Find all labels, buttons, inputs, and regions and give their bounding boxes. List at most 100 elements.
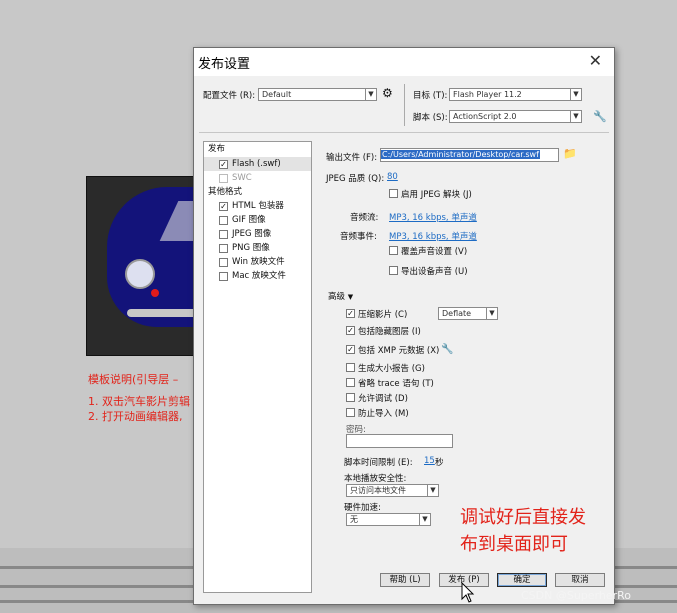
list-item-png[interactable]: PNG 图像 <box>204 241 311 255</box>
password-input[interactable] <box>346 434 453 448</box>
list-item-html[interactable]: ✓ HTML 包装器 <box>204 199 311 213</box>
car-red-dot <box>151 289 159 297</box>
audio-stream-value[interactable]: MP3, 16 kbps, 单声道 <box>389 211 477 223</box>
cancel-button[interactable]: 取消 <box>555 573 605 587</box>
target-value: Flash Player 11.2 <box>453 90 522 99</box>
profile-value: Default <box>262 90 292 99</box>
jpeg-deblock-label: 启用 JPEG 解块 (J) <box>401 190 472 200</box>
target-select[interactable]: Flash Player 11.2 ▼ <box>449 88 582 101</box>
audio-stream-label: 音频流: <box>350 213 379 223</box>
list-item-label: Mac 放映文件 <box>232 271 286 281</box>
compress-checkbox[interactable]: ✓ <box>346 309 355 318</box>
script-label: 脚本 (S): <box>413 113 448 123</box>
include-hidden-checkbox[interactable]: ✓ <box>346 326 355 335</box>
jpeg-checkbox[interactable] <box>219 230 228 239</box>
chevron-down-icon: ▼ <box>486 308 497 319</box>
protect-import-label: 防止导入 (M) <box>358 409 409 419</box>
profile-select[interactable]: Default ▼ <box>258 88 377 101</box>
advanced-label: 高级 <box>328 292 346 302</box>
compress-select[interactable]: Deflate ▼ <box>438 307 498 320</box>
list-header-other: 其他格式 <box>208 187 243 197</box>
local-security-select[interactable]: 只访问本地文件 ▼ <box>346 484 439 497</box>
omit-trace-label: 省略 trace 语句 (T) <box>358 379 434 389</box>
hw-accel-value: 无 <box>350 515 358 524</box>
list-item-label: Win 放映文件 <box>232 257 285 267</box>
omit-trace-checkbox[interactable] <box>346 378 355 387</box>
permit-debug-checkbox[interactable] <box>346 393 355 402</box>
advanced-toggle[interactable]: 高级 ▼ <box>328 290 353 302</box>
local-security-value: 只访问本地文件 <box>350 486 406 495</box>
html-checkbox[interactable]: ✓ <box>219 202 228 211</box>
win-projector-checkbox[interactable] <box>219 258 228 267</box>
export-device-sound-label: 导出设备声音 (U) <box>401 267 468 277</box>
include-hidden-label: 包括隐藏图层 (I) <box>358 327 421 337</box>
folder-icon[interactable]: 📁 <box>563 148 577 159</box>
vertical-divider <box>404 84 405 126</box>
mouse-cursor-icon <box>461 582 475 603</box>
mac-projector-checkbox[interactable] <box>219 272 228 281</box>
car-headlight <box>125 259 155 289</box>
list-item-label: JPEG 图像 <box>232 229 272 239</box>
list-item-mac-projector[interactable]: Mac 放映文件 <box>204 269 311 283</box>
override-sound-checkbox[interactable] <box>389 246 398 255</box>
include-xmp-label: 包括 XMP 元数据 (X) <box>358 346 440 356</box>
audio-event-label: 音频事件: <box>340 232 377 242</box>
output-file-input[interactable]: C:/Users/Administrator/Desktop/car.swf <box>380 148 559 162</box>
script-time-label: 脚本时间限制 (E): <box>344 458 413 468</box>
permit-debug-label: 允许调试 (D) <box>358 394 408 404</box>
list-item-label: SWC <box>232 173 252 183</box>
template-step-2: 2. 打开动画编辑器, <box>88 410 183 423</box>
wrench-icon[interactable]: 🔧 <box>593 111 607 122</box>
annotation-line-2: 布到桌面即可 <box>460 534 568 555</box>
list-item-jpeg[interactable]: JPEG 图像 <box>204 227 311 241</box>
jpeg-quality-value[interactable]: 80 <box>387 172 398 182</box>
chevron-down-icon: ▼ <box>427 485 438 496</box>
list-header-publish: 发布 <box>208 144 226 154</box>
annotation-line-1: 调试好后直接发 <box>460 507 586 528</box>
chevron-down-icon: ▼ <box>365 89 376 100</box>
script-select[interactable]: ActionScript 2.0 ▼ <box>449 110 582 123</box>
template-step-1: 1. 双击汽车影片剪辑 <box>88 395 190 408</box>
size-report-checkbox[interactable] <box>346 363 355 372</box>
script-time-unit: 秒 <box>435 458 444 468</box>
help-button[interactable]: 帮助 (L) <box>380 573 430 587</box>
list-item-label: Flash (.swf) <box>232 159 281 169</box>
list-item-swc: SWC <box>204 171 311 185</box>
close-icon[interactable]: ✕ <box>589 51 602 70</box>
chevron-down-icon: ▼ <box>570 111 581 122</box>
dialog-titlebar[interactable]: 发布设置 ✕ <box>194 48 614 76</box>
wrench-icon[interactable]: 🔧 <box>441 344 453 355</box>
list-item-label: HTML 包装器 <box>232 201 284 211</box>
gif-checkbox[interactable] <box>219 216 228 225</box>
list-item-gif[interactable]: GIF 图像 <box>204 213 311 227</box>
gear-icon[interactable]: ⚙ <box>382 87 393 99</box>
list-item-flash[interactable]: ✓ Flash (.swf) <box>204 157 311 171</box>
export-device-sound-checkbox[interactable] <box>389 266 398 275</box>
include-xmp-checkbox[interactable]: ✓ <box>346 345 355 354</box>
horizontal-divider <box>199 132 609 133</box>
flash-checkbox[interactable]: ✓ <box>219 160 228 169</box>
compress-label: 压缩影片 (C) <box>358 310 408 320</box>
chevron-down-icon: ▼ <box>570 89 581 100</box>
chevron-down-icon: ▼ <box>419 514 430 525</box>
hw-accel-label: 硬件加速: <box>344 503 381 513</box>
template-note-title: 模板说明(引导层 – <box>88 373 179 386</box>
target-label: 目标 (T): <box>413 91 448 101</box>
output-file-value: C:/Users/Administrator/Desktop/car.swf <box>381 150 540 159</box>
size-report-label: 生成大小报告 (G) <box>358 364 425 374</box>
audio-event-value[interactable]: MP3, 16 kbps, 单声道 <box>389 230 477 242</box>
script-time-value[interactable]: 15 <box>424 456 435 466</box>
format-list: 发布 ✓ Flash (.swf) SWC 其他格式 ✓ HTML 包装器 GI… <box>203 141 312 593</box>
hw-accel-select[interactable]: 无 ▼ <box>346 513 431 526</box>
protect-import-checkbox[interactable] <box>346 408 355 417</box>
ok-button[interactable]: 确定 <box>497 573 547 587</box>
jpeg-deblock-checkbox[interactable] <box>389 189 398 198</box>
local-security-label: 本地播放安全性: <box>344 474 407 484</box>
png-checkbox[interactable] <box>219 244 228 253</box>
output-file-label: 输出文件 (F): <box>326 153 378 163</box>
list-item-win-projector[interactable]: Win 放映文件 <box>204 255 311 269</box>
chevron-down-icon: ▼ <box>347 293 354 301</box>
jpeg-quality-label: JPEG 品质 (Q): <box>326 174 385 184</box>
list-item-label: PNG 图像 <box>232 243 270 253</box>
override-sound-label: 覆盖声音设置 (V) <box>401 247 468 257</box>
